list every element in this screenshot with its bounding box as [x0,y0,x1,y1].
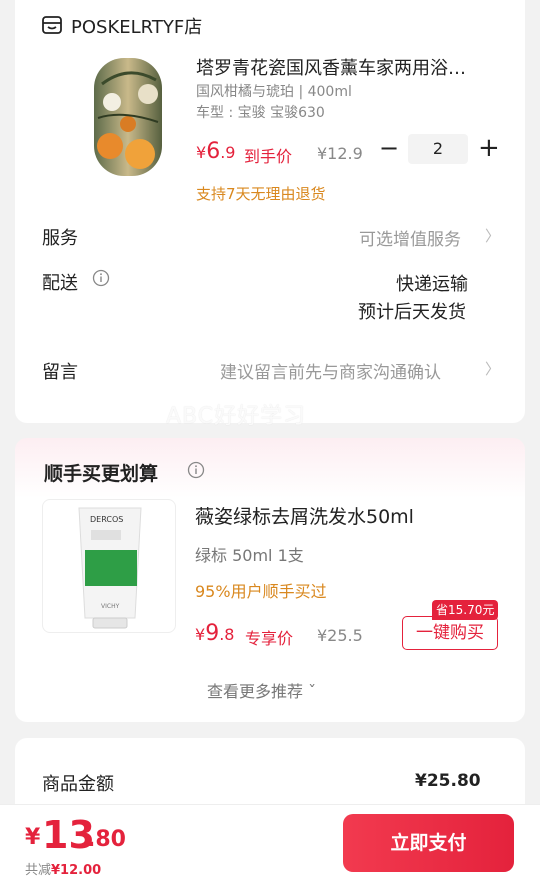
view-more-recommendations[interactable]: 查看更多推荐 ˇ [207,678,316,702]
order-item-card: POSKELRTYF店 塔罗青花瓷国风香薰车家两用浴… 国风柑橘与琥珀 | 40… [15,0,525,423]
product-spec[interactable]: 国风柑橘与琥珀 | 400ml [196,81,352,101]
quantity-minus-button[interactable]: − [379,136,399,160]
shampoo-tube-icon: DERCOS VICHY [78,507,142,629]
info-icon[interactable] [92,269,110,287]
addon-price: ¥9.8 [195,621,234,646]
addon-product-spec: 绿标 50ml 1支 [195,546,304,565]
total-discount: 共减¥12.00 [25,859,101,878]
total-decimal: .80 [87,827,126,852]
quantity-plus-button[interactable]: + [478,135,500,161]
addon-product-title[interactable]: 薇姿绿标去屑洗发水50ml [195,502,414,529]
price-integer: 6 [206,139,221,164]
addon-image-brand: DERCOS [90,515,123,524]
store-name[interactable]: POSKELRTYF店 [71,13,202,39]
subtotal-label: 商品金额 [42,774,114,795]
product-car-model: 车型 : 宝骏 宝骏630 [196,105,325,121]
price-integer: 9 [205,621,220,646]
delivery-method: 快递运输 [396,274,468,295]
addon-card: 顺手买更划算 DERCOS VICHY 薇姿绿标去屑洗发水50ml 绿标 50m… [15,438,525,722]
product-title[interactable]: 塔罗青花瓷国风香薰车家两用浴… [196,54,492,80]
product-price: ¥6.9 [196,139,235,164]
total-currency: ¥ [25,825,41,850]
one-click-buy-button[interactable]: 一键购买 [402,616,498,650]
savings-badge: 省15.70元 [432,600,499,620]
price-decimal: .8 [219,625,235,644]
chevron-right-icon[interactable]: 〉 [485,358,500,379]
service-value[interactable]: 可选增值服务 [359,225,461,250]
original-price: ¥12.9 [317,144,363,163]
price-decimal: .9 [220,143,236,162]
discount-label: 共减 [25,863,52,878]
price-currency: ¥ [196,143,207,162]
chevron-right-icon[interactable]: 〉 [485,225,500,246]
delivery-label: 配送 [42,273,78,294]
quantity-input[interactable]: 2 [408,134,468,164]
watermark: ABC好好学习 [166,404,307,429]
discount-value: ¥12.00 [51,863,102,878]
addon-price-label: 专享价 [245,629,294,648]
pay-now-button[interactable]: 立即支付 [343,814,514,872]
store-icon [42,16,62,34]
price-currency: ¥ [195,625,206,644]
addon-image-footer: VICHY [101,603,120,610]
price-label: 到手价 [244,147,293,166]
checkout-bar: ¥ 13 .80 共减¥12.00 立即支付 [0,804,540,888]
addon-section-title: 顺手买更划算 [44,463,159,485]
delivery-eta: 预计后天发货 [358,302,466,323]
product-image[interactable] [82,54,174,180]
addon-original-price: ¥25.5 [317,626,363,645]
message-label: 留言 [42,362,78,383]
message-input[interactable]: 建议留言前先与商家沟通确认 [220,358,441,383]
info-icon[interactable] [187,461,205,479]
service-label: 服务 [42,228,78,249]
return-policy: 支持7天无理由退货 [196,185,326,203]
addon-product-image[interactable]: DERCOS VICHY [42,499,176,633]
addon-social-proof: 95%用户顺手买过 [195,582,327,601]
subtotal-value: ¥25.80 [415,771,481,791]
